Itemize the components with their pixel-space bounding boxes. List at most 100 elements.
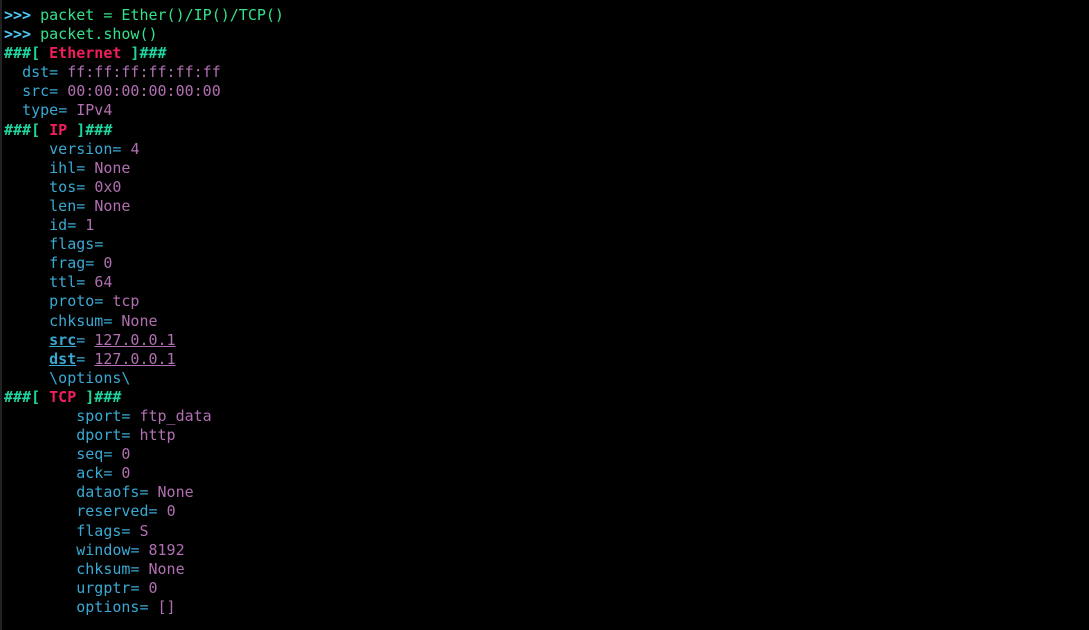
field-line: flags= — [2, 235, 1089, 254]
header-close-marker: ]### — [121, 44, 167, 63]
field-indent — [4, 464, 76, 482]
field-indent — [4, 273, 49, 291]
command-line: >>> packet.show() — [2, 25, 1089, 44]
field-value: 0 — [121, 445, 131, 464]
field-separator: = — [103, 311, 122, 330]
field-value: [] — [157, 597, 176, 616]
field-indent — [4, 541, 76, 559]
field-name: reserved — [76, 502, 149, 521]
field-separator: = — [49, 82, 68, 101]
field-name: proto — [49, 292, 95, 311]
field-value: 00:00:00:00:00:00 — [67, 82, 221, 101]
field-name: chksum — [76, 559, 131, 578]
field-value: None — [148, 559, 185, 578]
field-line: window= 8192 — [2, 541, 1089, 560]
field-separator: = — [103, 464, 122, 483]
layer-header: ###[ TCP ]### — [2, 388, 1089, 407]
field-name: sport — [76, 406, 122, 425]
field-line: src= 127.0.0.1 — [2, 331, 1089, 350]
field-indent — [4, 63, 22, 81]
field-name: chksum — [49, 311, 104, 330]
field-separator: = — [103, 445, 122, 464]
field-separator: = — [94, 292, 113, 311]
field-indent — [4, 216, 49, 234]
field-line: chksum= None — [2, 560, 1089, 579]
field-value: tcp — [112, 292, 140, 311]
field-separator: = — [76, 177, 95, 196]
field-separator: = — [139, 597, 158, 616]
field-separator: = — [121, 406, 140, 425]
field-line: src= 00:00:00:00:00:00 — [2, 82, 1089, 101]
field-line: dataofs= None — [2, 483, 1089, 502]
field-separator: = — [148, 502, 167, 521]
field-separator: = — [49, 63, 68, 82]
field-value: 8192 — [148, 540, 185, 559]
field-name: version — [49, 139, 113, 158]
field-value: None — [121, 311, 158, 330]
field-separator: = — [76, 196, 95, 215]
field-name: len — [49, 196, 77, 215]
field-name: frag — [49, 254, 86, 273]
field-indent — [4, 445, 76, 463]
field-indent — [4, 598, 76, 616]
field-value: 127.0.0.1 — [94, 330, 176, 349]
field-indent — [4, 522, 76, 540]
field-indent — [4, 426, 76, 444]
field-indent — [4, 292, 49, 310]
field-value: 0 — [148, 578, 158, 597]
field-line: id= 1 — [2, 216, 1089, 235]
field-indent — [4, 407, 76, 425]
field-name: ihl — [49, 158, 77, 177]
field-line: flags= S — [2, 522, 1089, 541]
prompt-symbol: >>> — [4, 25, 41, 44]
field-name: dst — [49, 349, 77, 368]
field-indent — [4, 502, 76, 520]
layer-header: ###[ IP ]### — [2, 121, 1089, 140]
field-line: options= [] — [2, 598, 1089, 617]
field-indent — [4, 178, 49, 196]
command-text: packet = Ether()/IP()/TCP() — [40, 6, 284, 24]
field-value: 0 — [121, 464, 131, 483]
field-line: reserved= 0 — [2, 502, 1089, 521]
field-line: dst= ff:ff:ff:ff:ff:ff — [2, 63, 1089, 82]
field-value: ff:ff:ff:ff:ff:ff — [67, 63, 221, 82]
field-separator: = — [67, 216, 86, 235]
field-value: 64 — [94, 273, 113, 292]
field-separator: = — [130, 559, 149, 578]
field-value: IPv4 — [76, 101, 113, 120]
field-indent — [4, 331, 49, 349]
field-value: 4 — [130, 139, 140, 158]
command-text: packet.show() — [40, 25, 158, 44]
field-line: sport= ftp_data — [2, 407, 1089, 426]
field-separator: = — [94, 235, 113, 254]
field-indent — [4, 235, 49, 253]
field-separator: = — [76, 273, 95, 292]
field-value: 0x0 — [94, 177, 122, 196]
field-indent — [4, 579, 76, 597]
layer-name: IP — [49, 120, 68, 139]
prompt-symbol: >>> — [4, 6, 41, 24]
field-indent — [4, 140, 49, 158]
field-line: type= IPv4 — [2, 101, 1089, 120]
field-line: ihl= None — [2, 159, 1089, 178]
layer-trailer: \options\ — [2, 369, 1089, 388]
field-name: window — [76, 540, 131, 559]
field-value: 1 — [85, 216, 95, 235]
field-name: id — [49, 216, 68, 235]
terminal-window[interactable]: >>> packet = Ether()/IP()/TCP() >>> packe… — [0, 0, 1089, 630]
field-separator: = — [139, 483, 158, 502]
field-indent — [4, 101, 22, 119]
field-separator: = — [76, 349, 95, 368]
header-close-marker: ]### — [76, 387, 122, 406]
field-name: src — [49, 330, 77, 349]
field-name: dport — [76, 426, 122, 445]
field-indent — [4, 560, 76, 578]
field-line: frag= 0 — [2, 254, 1089, 273]
field-value: None — [157, 483, 194, 502]
field-name: ack — [76, 464, 104, 483]
command-line: >>> packet = Ether()/IP()/TCP() — [2, 6, 1089, 25]
field-name: tos — [49, 177, 77, 196]
field-line: seq= 0 — [2, 445, 1089, 464]
field-value: 127.0.0.1 — [94, 349, 176, 368]
field-name: src — [22, 82, 50, 101]
